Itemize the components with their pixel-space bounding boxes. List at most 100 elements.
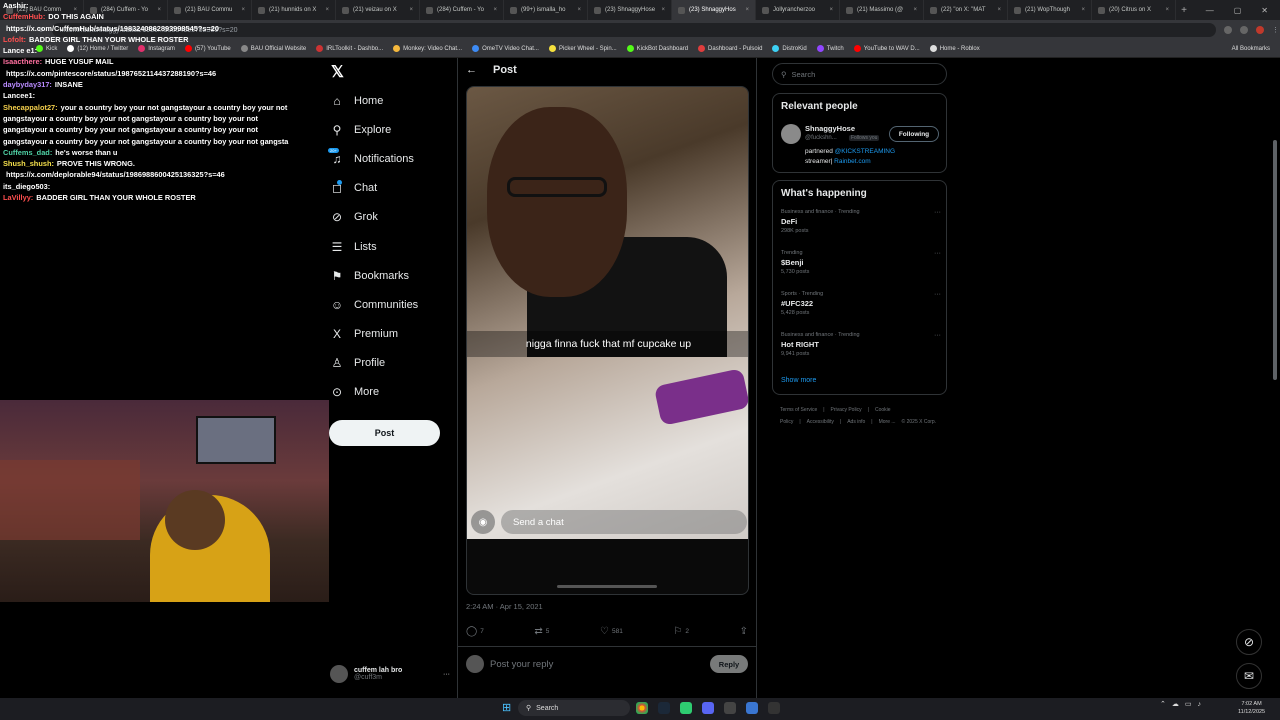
bookmark-item[interactable]: Home - Roblox [929,45,980,52]
network-icon[interactable]: ▭ [1185,700,1192,708]
chrome-icon[interactable] [636,702,648,714]
nav-item-more[interactable]: ⊙ More [328,378,458,407]
camera-icon[interactable]: ◉ [471,510,495,534]
close-icon[interactable]: × [577,7,581,13]
footer-link[interactable]: Ads info [847,419,865,425]
trend-item[interactable]: Business and finance · Trending DeFi 298K … [781,209,941,247]
chevron-up-icon[interactable]: ⌃ [1160,700,1166,708]
app-icon[interactable] [768,702,780,714]
bookmark-item[interactable]: Monkey: Video Chat... [393,45,462,52]
bookmark-item[interactable]: KickBot Dashboard [626,45,688,52]
browser-tab[interactable]: Jollyrancherzoo × [756,0,840,20]
like-action[interactable]: ♡ 581 [600,626,623,637]
trend-item[interactable]: Trending $Benji 5,730 posts ··· [781,250,941,288]
nav-item-chat[interactable]: ◻ Chat [328,174,458,203]
bookmark-item[interactable]: Dashboard - Pulsoid [698,45,762,52]
extension-icon[interactable] [1224,26,1232,34]
post-timestamp[interactable]: 2:24 AM · Apr 15, 2021 [466,602,543,611]
close-icon[interactable]: × [1081,7,1085,13]
bookmark-item[interactable]: Twitch [816,45,844,52]
nav-item-communities[interactable]: ☺ Communities [328,290,458,319]
repost-action[interactable]: ⇄ 5 [534,626,549,637]
nav-item-grok[interactable]: ⊘ Grok [328,203,458,232]
browser-tab[interactable]: (22) "on X: "MAT × [924,0,1008,20]
profile-avatar-icon[interactable] [1256,26,1264,34]
trend-item[interactable]: Business and finance · Trending Hot RIGHT… [781,332,941,370]
menu-icon[interactable]: ⋮ [1272,26,1280,34]
nav-item-explore[interactable]: ⚲ Explore [328,115,458,144]
reply-button[interactable]: Reply [710,655,748,673]
browser-tab[interactable]: (20) Citrus on X × [1092,0,1176,20]
more-dots-icon[interactable]: ··· [934,291,941,298]
person-name[interactable]: ShnaggyHose [805,124,855,133]
cloud-icon[interactable]: ☁ [1172,700,1179,708]
x-logo-icon[interactable]: 𝕏 [328,62,458,86]
nav-item-profile[interactable]: ♙ Profile [328,349,458,378]
footer-link[interactable]: Privacy Policy [831,407,862,413]
browser-tab[interactable]: (21) WopThough × [1008,0,1092,20]
more-dots-icon[interactable]: ··· [934,209,941,216]
nav-item-bookmarks[interactable]: ⚑ Bookmarks [328,261,458,290]
close-icon[interactable]: × [1165,7,1169,13]
taskbar-clock[interactable]: 7:02 AM 11/12/2025 [1238,700,1265,716]
reply-action[interactable]: ◯ 7 [466,626,484,637]
close-icon[interactable]: × [745,7,749,13]
bookmark-item[interactable]: Picker Wheel - Spin... [548,45,617,52]
grok-fab-icon[interactable]: ⊘ [1236,629,1262,655]
bookmark-item[interactable]: DistroKid [772,45,807,52]
close-icon[interactable]: × [829,7,833,13]
volume-icon[interactable]: ♪ [1198,701,1202,708]
browser-tab[interactable]: (99+) ismalla_ho × [504,0,588,20]
nav-item-lists[interactable]: ☰ Lists [328,232,458,261]
video-scrub-indicator[interactable] [557,585,657,588]
post-button[interactable]: Post [329,420,440,446]
nav-item-home[interactable]: ⌂ Home [328,86,458,115]
bookmark-action[interactable]: ⚐ 2 [673,626,689,637]
footer-link[interactable]: © 2025 X Corp. [902,419,937,425]
app-icon[interactable] [680,702,692,714]
bio-link[interactable]: Rainbet.com [834,158,871,165]
back-arrow-icon[interactable]: ← [466,64,477,76]
post-video[interactable]: nigga finna fuck that mf cupcake up ◉ Se… [466,86,749,595]
browser-tab[interactable]: (21) veizau on X × [336,0,420,20]
avatar[interactable] [781,124,801,144]
close-icon[interactable]: × [493,7,497,13]
footer-link[interactable]: Terms of Service [780,407,817,413]
bookmark-item[interactable]: OmeTV Video Chat... [472,45,539,52]
close-icon[interactable]: × [325,7,329,13]
footer-link[interactable]: More ... [879,419,896,425]
browser-tab[interactable]: (23) ShnaggyHose × [588,0,672,20]
close-icon[interactable]: × [661,7,665,13]
windows-start-icon[interactable]: ⊞ [502,702,514,714]
more-dots-icon[interactable]: ··· [934,332,941,339]
minimize-icon[interactable]: — [1206,6,1214,15]
nav-item-notifications[interactable]: ♫ Notifications 20+ [328,144,458,173]
new-tab-icon[interactable]: + [1176,5,1192,16]
send-chat-input[interactable]: Send a chat [501,510,747,534]
close-icon[interactable]: × [409,7,413,13]
share-action[interactable]: ⇪ [740,626,748,637]
taskbar-search[interactable]: ⚲ Search [518,700,630,716]
nav-item-premium[interactable]: X Premium [328,320,458,349]
show-more-link[interactable]: Show more [781,377,816,384]
app-icon[interactable] [724,702,736,714]
trend-item[interactable]: Sports · Trending #UFC322 5,428 posts ··· [781,291,941,329]
bookmark-item[interactable]: IRLToolkit - Dashbo... [316,45,383,52]
scrollbar-thumb[interactable] [1273,140,1277,380]
more-dots-icon[interactable]: ··· [934,250,941,257]
following-button[interactable]: Following [889,126,939,142]
more-dots-icon[interactable]: ··· [443,671,450,678]
reply-input[interactable]: Post your reply [490,659,704,670]
account-switcher[interactable]: cuffem lah bro @cuff3m ··· [330,662,450,686]
discord-icon[interactable] [702,702,714,714]
browser-tab[interactable]: (284) Cuffem - Yo × [420,0,504,20]
close-icon[interactable]: ✕ [1261,6,1268,15]
browser-tab[interactable]: (23) ShnaggyHos × [672,0,756,20]
messages-fab-icon[interactable]: ✉ [1236,663,1262,689]
footer-link[interactable]: Accessibility [807,419,834,425]
steam-icon[interactable] [658,702,670,714]
extension-icon[interactable] [1240,26,1248,34]
bookmark-item[interactable]: YouTube to WAV D... [853,45,920,52]
search-input[interactable]: ⚲ Search [772,63,947,85]
app-icon[interactable] [746,702,758,714]
